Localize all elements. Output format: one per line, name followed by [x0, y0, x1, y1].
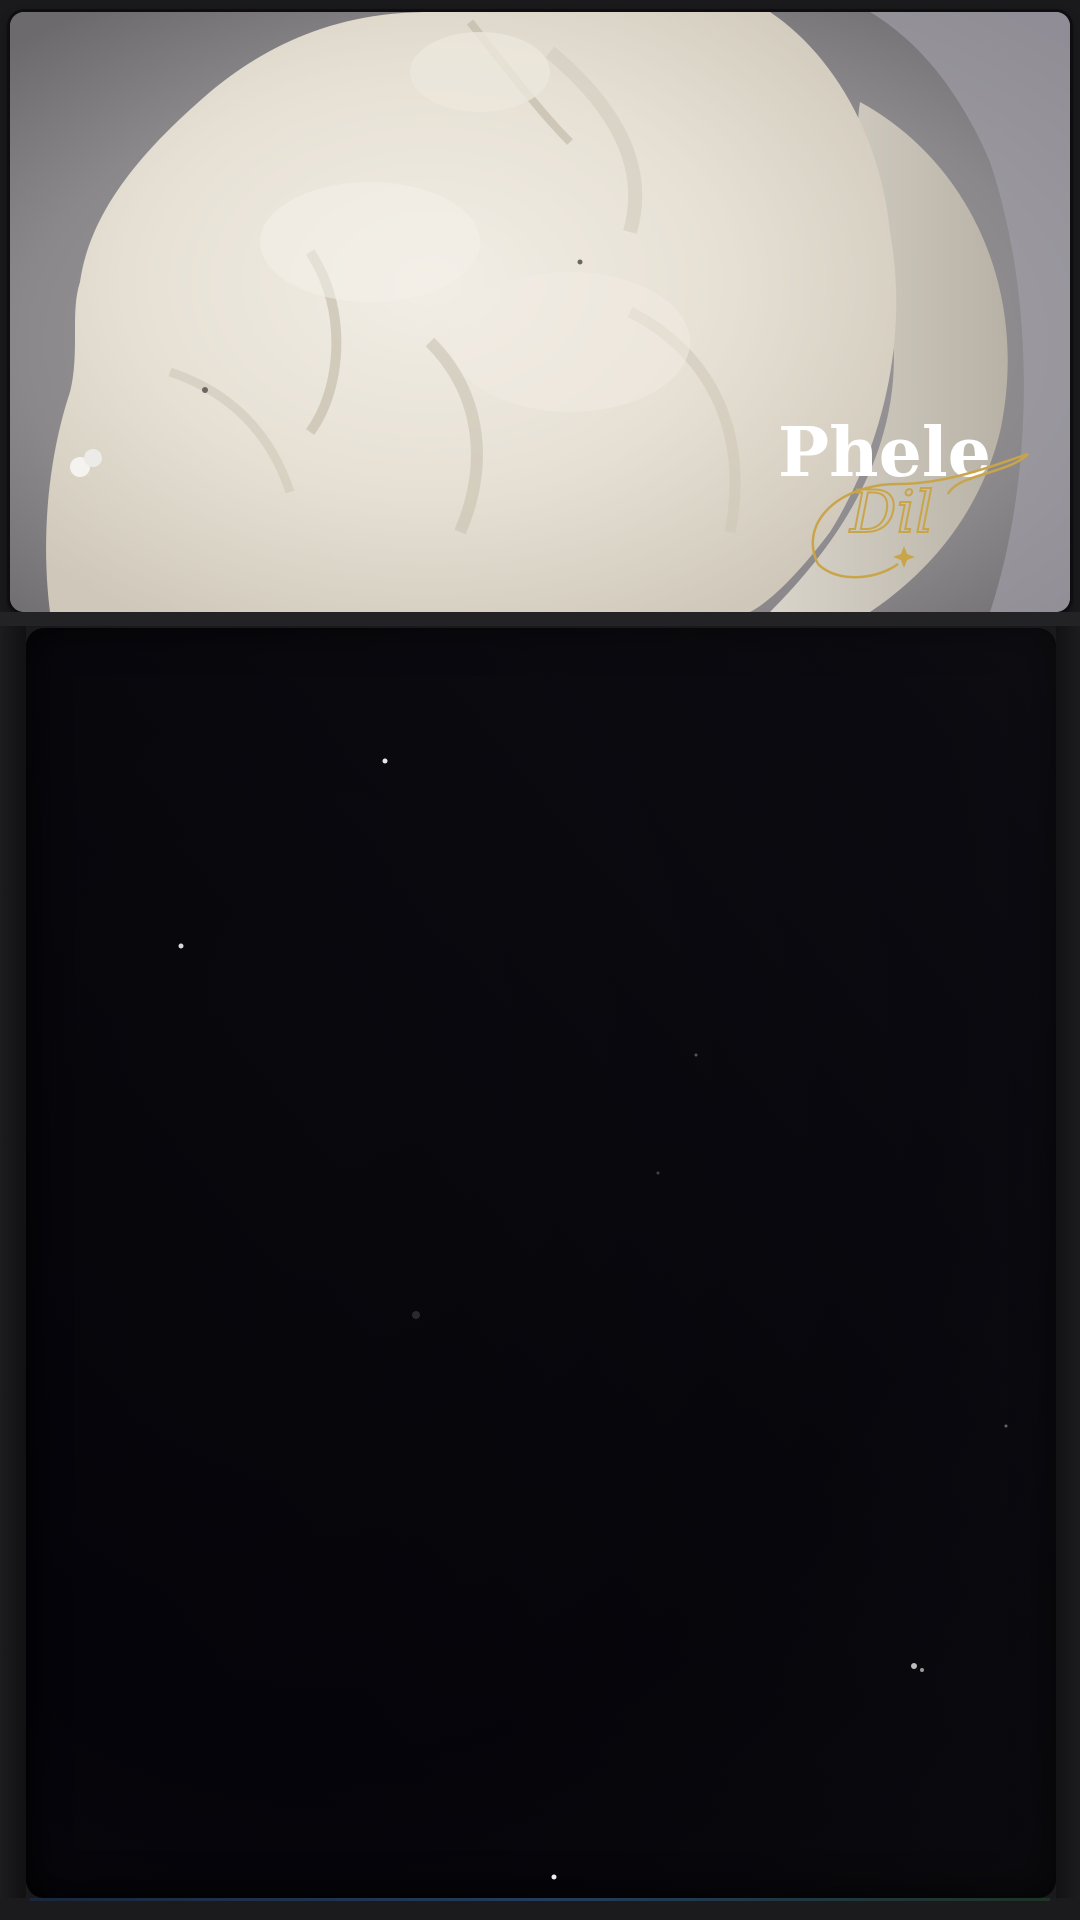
video-noise [26, 628, 1056, 1898]
brand-logo-icon: Phele Dil [778, 414, 1029, 579]
divider-bar [0, 612, 1080, 626]
brand-watermark: Phele Dil [778, 414, 1038, 594]
frame-left-edge [0, 626, 26, 1920]
dark-video-panel [26, 628, 1056, 1898]
video-screen: Phele Dil [0, 0, 1080, 1920]
frame-bottom-edge [0, 1898, 1080, 1920]
frame-right-edge [1056, 626, 1080, 1920]
dough-photo: Phele Dil [10, 12, 1070, 612]
progress-glow [30, 1898, 1050, 1901]
